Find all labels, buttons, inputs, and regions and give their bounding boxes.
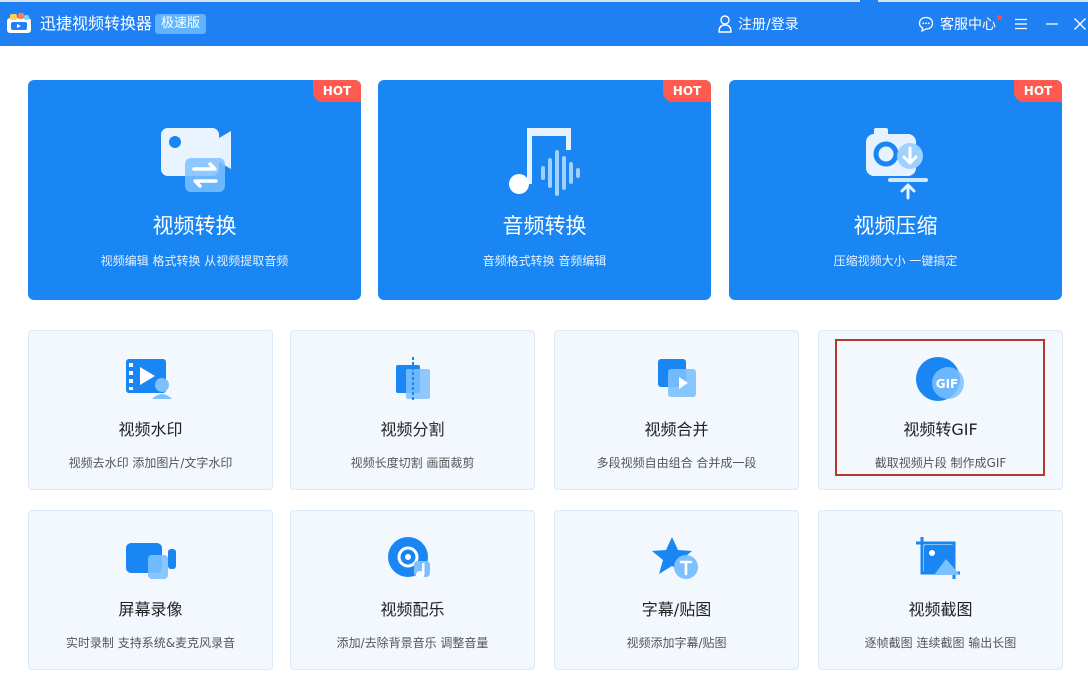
- tool-card-screenshot[interactable]: 视频截图 逐帧截图 连续截图 输出长图: [818, 510, 1063, 670]
- menu-button[interactable]: [1011, 14, 1031, 34]
- audio-convert-icon: [508, 128, 580, 196]
- tool-subtitle: 逐帧截图 连续截图 输出长图: [864, 636, 1017, 650]
- hot-badge: HOT: [313, 80, 361, 102]
- feature-title: 视频压缩: [853, 214, 938, 238]
- tool-title: 视频分割: [380, 420, 445, 439]
- hamburger-menu-icon: [1015, 18, 1027, 30]
- subtitle-icon: [651, 537, 698, 579]
- tool-title: 视频截图: [908, 600, 973, 619]
- feature-subtitle: 视频编辑 格式转换 从视频提取音频: [100, 254, 289, 268]
- screenshot-icon: [915, 537, 960, 579]
- feature-card-video-convert[interactable]: HOT 视频转换 视频编辑 格式转换 从视频提取音频: [28, 80, 361, 300]
- edition-badge: 极速版: [155, 14, 207, 34]
- tool-subtitle: 视频去水印 添加图片/文字水印: [68, 456, 233, 470]
- video-compress-icon: [865, 128, 928, 200]
- close-icon: [1074, 18, 1086, 30]
- tool-subtitle: 截取视频片段 制作成GIF: [874, 456, 1007, 470]
- feature-title: 视频转换: [152, 214, 237, 238]
- tool-subtitle: 实时录制 支持系统&麦克风录音: [65, 636, 236, 650]
- support-label: 客服中心: [940, 17, 996, 33]
- tool-title: 视频转GIF: [903, 420, 978, 439]
- tool-card-subtitle[interactable]: 字幕/贴图 视频添加字幕/贴图: [554, 510, 799, 670]
- login-button[interactable]: 注册/登录: [718, 14, 799, 34]
- watermark-icon: [125, 359, 172, 399]
- minimize-button[interactable]: [1042, 14, 1062, 34]
- tool-subtitle: 视频长度切割 画面裁剪: [350, 456, 475, 470]
- music-icon: [387, 537, 430, 579]
- tool-card-split[interactable]: 视频分割 视频长度切割 画面裁剪: [290, 330, 535, 490]
- feature-card-video-compress[interactable]: HOT 视频压缩 压缩视频大小 一键搞定: [729, 80, 1062, 300]
- tool-card-merge[interactable]: 视频合并 多段视频自由组合 合并成一段: [554, 330, 799, 490]
- feature-card-audio-convert[interactable]: HOT 音频转换 音频格式转换 音频编辑: [378, 80, 711, 300]
- support-center-button[interactable]: 客服中心: [918, 14, 1002, 34]
- hot-badge: HOT: [663, 80, 711, 102]
- tool-title: 字幕/贴图: [641, 600, 712, 619]
- tool-card-watermark[interactable]: 视频水印 视频去水印 添加图片/文字水印: [28, 330, 273, 490]
- tool-subtitle: 视频添加字幕/贴图: [626, 636, 727, 650]
- window-top-strip: [0, 0, 1088, 2]
- hot-badge: HOT: [1014, 80, 1062, 102]
- title-bar: 迅捷视频转换器 极速版 注册/登录 客服中心: [0, 0, 1088, 46]
- tool-title: 视频合并: [644, 420, 709, 439]
- tool-subtitle: 添加/去除背景音乐 调整音量: [336, 636, 489, 650]
- tool-subtitle: 多段视频自由组合 合并成一段: [596, 456, 757, 470]
- screen-record-icon: [125, 543, 176, 579]
- tool-title: 屏幕录像: [118, 600, 183, 619]
- merge-icon: [657, 359, 696, 397]
- close-button[interactable]: [1070, 14, 1088, 34]
- tool-title: 视频水印: [118, 420, 183, 439]
- tool-card-screen-record[interactable]: 屏幕录像 实时录制 支持系统&麦克风录音: [28, 510, 273, 670]
- split-icon: [395, 357, 430, 401]
- tool-title: 视频配乐: [380, 600, 445, 619]
- user-icon: [718, 15, 732, 33]
- tool-card-music[interactable]: 视频配乐 添加/去除背景音乐 调整音量: [290, 510, 535, 670]
- app-logo-icon: [7, 13, 31, 33]
- chat-bubble-icon: [918, 16, 934, 32]
- video-convert-icon: [160, 128, 231, 192]
- notification-dot: [997, 15, 1002, 20]
- gif-icon-label: GIF: [935, 377, 958, 391]
- feature-subtitle: 压缩视频大小 一键搞定: [833, 254, 958, 268]
- tool-card-gif[interactable]: GIF 视频转GIF 截取视频片段 制作成GIF: [818, 330, 1063, 490]
- feature-subtitle: 音频格式转换 音频编辑: [482, 254, 607, 268]
- minimize-icon: [1046, 23, 1058, 25]
- feature-title: 音频转换: [502, 214, 587, 238]
- login-label: 注册/登录: [738, 17, 799, 33]
- gif-icon: GIF: [915, 357, 964, 401]
- app-title: 迅捷视频转换器: [40, 14, 153, 33]
